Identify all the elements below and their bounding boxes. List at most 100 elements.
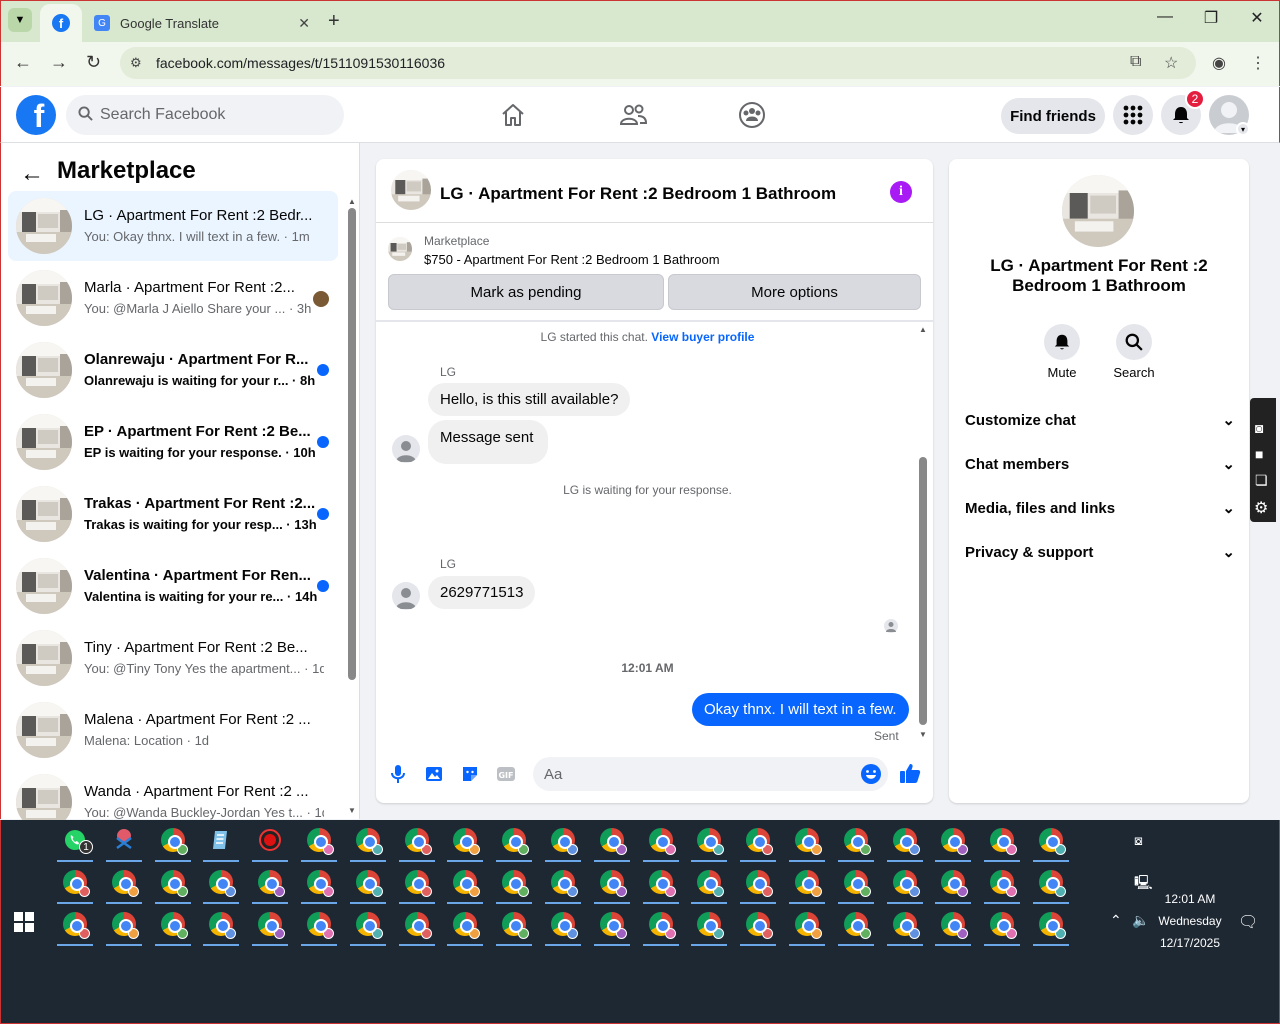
conversation-item[interactable]: LG · Apartment For Rent :2 Bedr... You: O… (8, 191, 338, 261)
listing-thumbnail[interactable] (391, 170, 431, 210)
tab-facebook[interactable]: f (40, 4, 82, 42)
scrollbar[interactable] (348, 208, 356, 680)
forward-arrow-icon[interactable]: → (50, 52, 68, 73)
scroll-down-icon[interactable]: ▼ (348, 806, 356, 815)
chrome-profile-icon[interactable] (502, 912, 530, 939)
tab-google-translate[interactable]: G Google Translate ✕ (86, 4, 322, 42)
chrome-profile-icon[interactable] (892, 828, 920, 855)
chrome-profile-icon[interactable] (599, 828, 627, 855)
chrome-profile-icon[interactable] (795, 870, 822, 897)
chrome-profile-icon[interactable] (795, 912, 822, 939)
chrome-profile-icon[interactable] (746, 828, 774, 855)
chrome-profile-icon[interactable] (746, 912, 774, 939)
network-icon[interactable]: 🖳 (1134, 872, 1153, 896)
message-bubble[interactable]: Hello, is this still available? (428, 383, 631, 416)
view-buyer-profile-link[interactable]: View buyer profile (651, 330, 754, 344)
conversation-item[interactable]: EP · Apartment For Rent :2 Be... EP is wa… (8, 407, 338, 477)
chrome-profile-icon[interactable] (453, 828, 481, 855)
chrome-profile-icon[interactable] (599, 912, 627, 939)
url-input[interactable]: facebook.com/messages/t/1511091530116036 (120, 47, 1196, 79)
chrome-profile-icon[interactable] (551, 870, 578, 897)
menu-grid-icon[interactable] (1113, 95, 1153, 135)
chrome-profile-icon[interactable] (111, 912, 139, 939)
chrome-profile-icon[interactable] (941, 828, 969, 855)
message-bubble[interactable]: 2629771513 (428, 576, 536, 609)
window-icon[interactable]: ❏ (1255, 472, 1268, 489)
chrome-profile-icon[interactable] (648, 912, 676, 939)
chrome-profile-icon[interactable] (404, 912, 432, 939)
chrome-profile-icon[interactable] (746, 870, 774, 897)
notification-center-icon[interactable]: 🗨 (1238, 912, 1258, 932)
chrome-profile-icon[interactable] (258, 912, 286, 939)
meet-now-icon[interactable]: ⧇ (1134, 832, 1143, 849)
chrome-profile-icon[interactable] (1039, 828, 1066, 855)
close-window-button[interactable]: ✕ (1242, 8, 1272, 28)
customize-chat-row[interactable]: Customize chat ⌄ (965, 408, 1235, 432)
message-bubble[interactable]: Message sent (428, 420, 549, 464)
clock-time[interactable]: 12:01 AM (1160, 892, 1220, 906)
conversation-item[interactable]: Trakas · Apartment For Rent :2... Trakas … (8, 479, 338, 549)
conversation-item[interactable]: Malena · Apartment For Rent :2 ... Malena… (8, 695, 338, 765)
chrome-profile-icon[interactable] (209, 912, 237, 939)
chrome-profile-icon[interactable] (648, 828, 676, 855)
whatsapp-icon[interactable]: 1 (63, 828, 93, 854)
back-arrow-icon[interactable]: ← (20, 160, 44, 188)
chrome-profile-icon[interactable] (209, 870, 237, 897)
chrome-profile-icon[interactable] (1039, 912, 1066, 939)
chrome-profile-icon[interactable] (648, 870, 676, 897)
chrome-profile-icon[interactable] (307, 828, 334, 855)
snipping-tool-icon[interactable] (112, 828, 136, 852)
chrome-profile-icon[interactable] (258, 870, 286, 897)
conversation-item[interactable]: Marla · Apartment For Rent :2... You: @Ma… (8, 263, 338, 333)
chrome-profile-icon[interactable] (551, 828, 578, 855)
chrome-profile-icon[interactable] (404, 870, 432, 897)
menu-dots-icon[interactable]: ⋮ (1250, 53, 1266, 73)
site-settings-icon[interactable]: ⚙ (130, 55, 142, 71)
chrome-profile-icon[interactable] (355, 912, 383, 939)
scroll-up-icon[interactable]: ▲ (919, 325, 927, 334)
my-message-bubble[interactable]: Okay thnx. I will text in a few. (692, 693, 909, 726)
sticker-icon[interactable] (459, 763, 481, 785)
search-icon[interactable] (1116, 324, 1152, 360)
home-icon[interactable] (498, 100, 528, 130)
groups-icon[interactable] (737, 100, 767, 130)
mark-as-pending-button[interactable]: Mark as pending (388, 274, 664, 310)
mute-bell-icon[interactable] (1044, 324, 1080, 360)
chrome-profile-icon[interactable] (795, 828, 822, 855)
sender-avatar[interactable] (392, 435, 420, 463)
conversation-item[interactable]: Valentina · Apartment For Ren... Valentin… (8, 551, 338, 621)
windows-start-icon[interactable] (14, 912, 34, 937)
profile-icon[interactable]: ◉ (1212, 53, 1226, 73)
tray-chevron-icon[interactable]: ⌃ (1110, 912, 1122, 929)
chrome-profile-icon[interactable] (63, 870, 90, 897)
new-tab-button[interactable]: + (328, 10, 340, 33)
chrome-profile-icon[interactable] (355, 828, 383, 855)
photo-icon[interactable] (423, 763, 445, 785)
chat-members-row[interactable]: Chat members ⌄ (965, 452, 1235, 476)
chrome-profile-icon[interactable] (453, 870, 481, 897)
find-friends-button[interactable]: Find friends (1001, 98, 1105, 134)
gear-icon[interactable]: ⚙ (1254, 498, 1268, 518)
volume-icon[interactable]: 🔈 (1132, 912, 1149, 929)
chrome-profile-icon[interactable] (697, 912, 725, 939)
privacy-support-row[interactable]: Privacy & support ⌄ (965, 540, 1235, 564)
emoji-icon[interactable] (860, 763, 882, 790)
reload-icon[interactable]: ↻ (86, 52, 101, 73)
chrome-profile-icon[interactable] (404, 828, 432, 855)
tab-search-button[interactable]: ▼ (8, 8, 32, 32)
record-icon[interactable] (258, 828, 282, 852)
gif-icon[interactable]: GIF (495, 763, 517, 785)
friends-icon[interactable] (618, 100, 648, 130)
chrome-profile-icon[interactable] (990, 870, 1018, 897)
chrome-profile-icon[interactable] (941, 912, 969, 939)
notepad-icon[interactable] (209, 828, 233, 852)
chrome-profile-icon[interactable] (697, 828, 725, 855)
chrome-profile-icon[interactable] (599, 870, 627, 897)
close-icon[interactable]: ✕ (298, 15, 310, 32)
chrome-profile-icon[interactable] (502, 828, 530, 855)
back-arrow-icon[interactable]: ← (14, 52, 32, 73)
chrome-profile-icon[interactable] (1039, 870, 1066, 897)
listing-photo[interactable] (1062, 175, 1134, 247)
chevron-down-icon[interactable]: ▾ (1236, 122, 1250, 136)
chrome-profile-icon[interactable] (502, 870, 530, 897)
